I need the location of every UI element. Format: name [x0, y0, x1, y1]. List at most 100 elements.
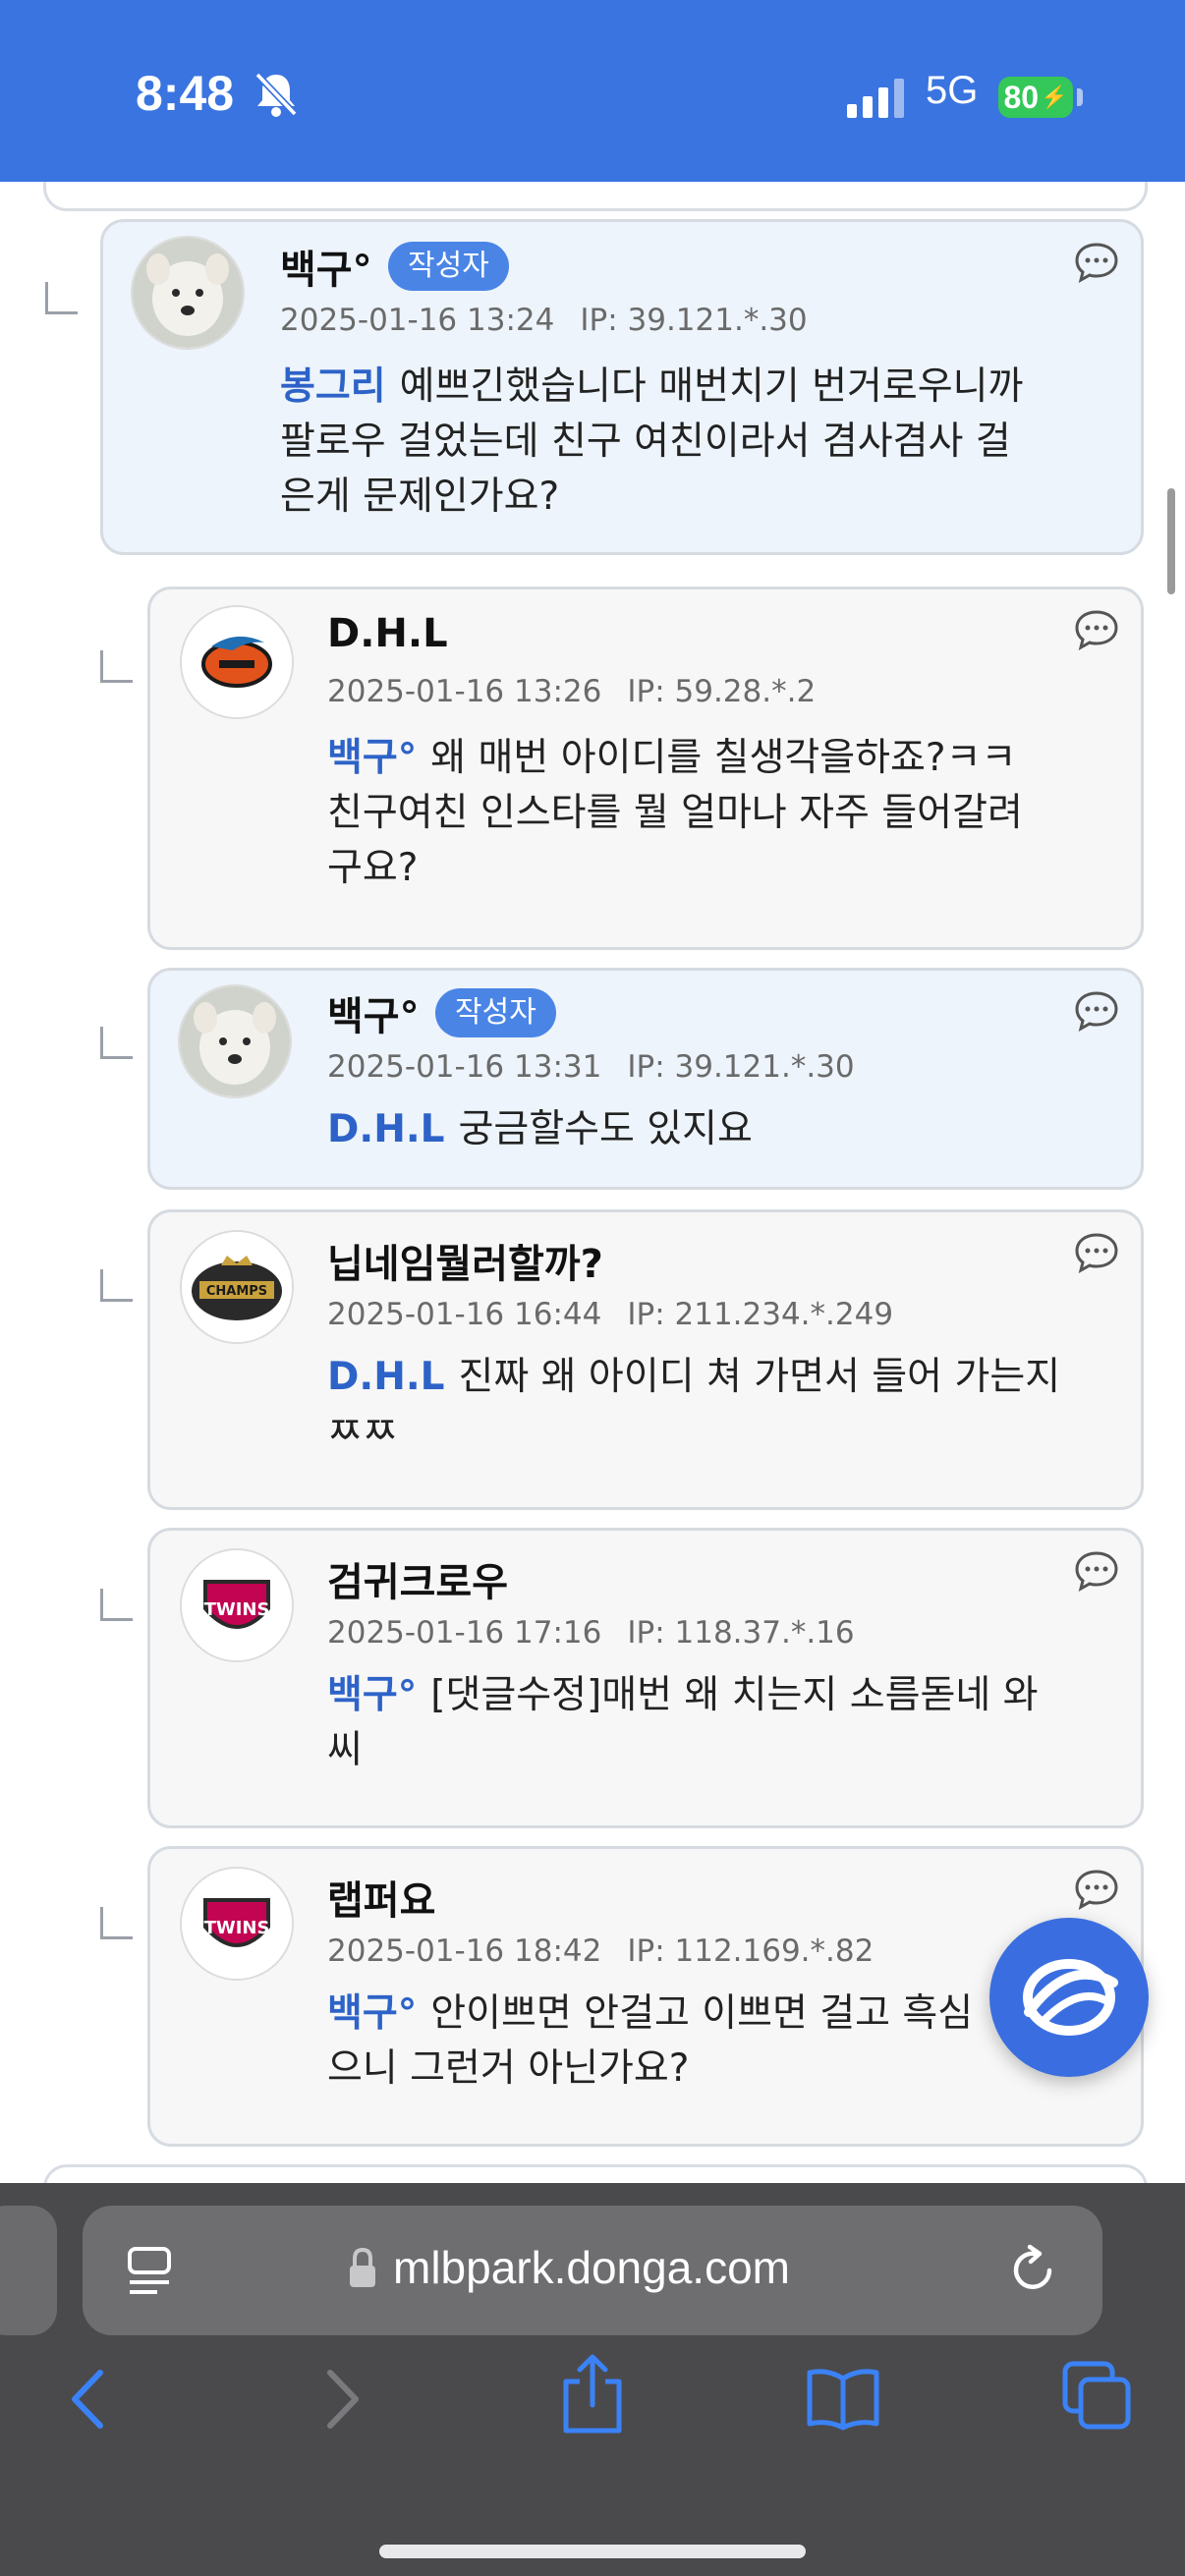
comment-ip: IP: 39.121.*.30: [627, 1049, 855, 1085]
dog-avatar-image: [133, 238, 243, 348]
status-time: 8:48: [136, 66, 235, 121]
comment-nickname[interactable]: 랩퍼요: [327, 1869, 435, 1926]
comment-nickname[interactable]: 검귀크로우: [327, 1550, 508, 1607]
comment-text-line: 친구여친 인스타를 뭘 얼마나 자주 들어갈려: [327, 791, 1023, 835]
comment-text-line: 궁금할수도 있지요: [458, 1107, 753, 1151]
reply-comment-icon[interactable]: [1074, 609, 1119, 650]
comment-card: TWINS 검귀크로우 2025-01-16 17:16 IP: 118.37.*…: [147, 1528, 1144, 1828]
share-icon[interactable]: [558, 2352, 627, 2435]
comment-text-line: 진짜 왜 아이디 쳐 가면서 들어 가는지: [458, 1355, 1061, 1399]
reply-comment-icon[interactable]: [1074, 1550, 1119, 1592]
comment-text-line: 씨: [327, 1728, 363, 1772]
comment-ip: IP: 39.121.*.30: [580, 303, 808, 338]
reply-comment-icon[interactable]: [1074, 990, 1119, 1032]
previous-tab-preview[interactable]: [0, 2206, 57, 2335]
mention-link[interactable]: D.H.L: [327, 1355, 445, 1399]
mention-link[interactable]: 봉그리: [280, 364, 386, 409]
comment-ip: IP: 59.28.*.2: [627, 674, 817, 709]
battery-level: 80 ⚡: [998, 77, 1073, 118]
avatar-eagles[interactable]: [180, 605, 294, 719]
author-badge: 작성자: [388, 242, 509, 291]
address-bar[interactable]: mlbpark.donga.com: [83, 2206, 1102, 2335]
mention-link[interactable]: 백구°: [327, 1991, 417, 2036]
comment-nickname[interactable]: 백구°: [327, 984, 420, 1041]
back-icon[interactable]: [63, 2365, 114, 2434]
lock-icon: [350, 2247, 375, 2287]
battery-percent: 80: [1003, 79, 1040, 115]
network-type: 5G: [926, 69, 979, 112]
reply-indicator: [100, 1027, 133, 1059]
comment-text-line: 안이쁘면 안걸고 이쁘면 걸고 흑심: [430, 1991, 974, 2036]
comment-card: D.H.L 2025-01-16 13:26 IP: 59.28.*.2 백구° 왜…: [147, 587, 1144, 950]
mention-link[interactable]: 백구°: [327, 1673, 417, 1717]
lg-twins-logo-avatar: TWINS: [182, 1550, 292, 1660]
comment-card: 백구° 작성자 2025-01-16 13:24 IP: 39.121.*.30 …: [100, 219, 1144, 555]
comment-text-line: ㅉㅉ: [327, 1410, 398, 1454]
comment-meta: 2025-01-16 18:42 IP: 112.169.*.82: [327, 1933, 874, 1969]
comment-meta: 2025-01-16 16:44 IP: 211.234.*.249: [327, 1297, 893, 1332]
comment-body: D.H.L 궁금할수도 있지요: [327, 1102, 1133, 1157]
browser-toolbar: mlbpark.donga.com: [0, 2183, 1185, 2576]
forward-icon[interactable]: [316, 2365, 367, 2434]
avatar-champions[interactable]: CHAMPS: [180, 1230, 294, 1344]
comment-text-line: 구요?: [327, 846, 419, 890]
url-text[interactable]: mlbpark.donga.com: [393, 2241, 790, 2294]
comment-meta: 2025-01-16 13:31 IP: 39.121.*.30: [327, 1049, 855, 1085]
comment-ip: IP: 118.37.*.16: [627, 1615, 855, 1651]
comment-date: 2025-01-16 13:31: [327, 1049, 602, 1085]
home-indicator[interactable]: [379, 2545, 806, 2558]
comment-ip: IP: 112.169.*.82: [627, 1933, 875, 1969]
mention-link[interactable]: 백구°: [327, 736, 417, 780]
comment-nickname[interactable]: D.H.L: [327, 611, 448, 656]
bell-muted-icon: [254, 72, 298, 117]
floating-menu-button[interactable]: [989, 1918, 1149, 2077]
comment-card: 백구° 작성자 2025-01-16 13:31 IP: 39.121.*.30 …: [147, 968, 1144, 1190]
reply-comment-icon[interactable]: [1074, 242, 1119, 283]
reply-comment-icon[interactable]: [1074, 1232, 1119, 1273]
champions-logo-avatar: CHAMPS: [182, 1232, 292, 1342]
svg-text:TWINS: TWINS: [204, 1599, 270, 1620]
reply-comment-icon[interactable]: [1074, 1869, 1119, 1910]
comment-nickname[interactable]: 닙네임뭘러할까?: [327, 1232, 603, 1289]
comment-text-line: 으니 그런거 아닌가요?: [327, 2046, 690, 2091]
reply-indicator: [100, 1589, 133, 1621]
reply-indicator: [100, 650, 133, 683]
charging-bolt-icon: ⚡: [1041, 84, 1068, 109]
scrollbar-thumb[interactable]: [1167, 488, 1175, 594]
bookmarks-icon[interactable]: [806, 2365, 880, 2432]
comment-nickname[interactable]: 백구°: [280, 238, 372, 295]
comment-date: 2025-01-16 16:44: [327, 1297, 602, 1332]
comment-text-line: 팔로우 걸었는데 친구 여친이라서 겸사겸사 걸: [280, 420, 1011, 464]
comment-card: CHAMPS 닙네임뭘러할까? 2025-01-16 16:44 IP: 211.…: [147, 1209, 1144, 1510]
comment-body: D.H.L 진짜 왜 아이디 쳐 가면서 들어 가는지 ㅉㅉ: [327, 1350, 1133, 1460]
tabs-icon[interactable]: [1061, 2360, 1132, 2431]
comment-list[interactable]: 백구° 작성자 2025-01-16 13:24 IP: 39.121.*.30 …: [0, 182, 1185, 2183]
avatar-dog[interactable]: [178, 984, 292, 1098]
avatar-lg-twins[interactable]: TWINS: [180, 1867, 294, 1981]
dog-avatar-image: [180, 986, 290, 1096]
comment-meta: 2025-01-16 17:16 IP: 118.37.*.16: [327, 1615, 855, 1651]
comment-body: 백구° [댓글수정]매번 왜 치는지 소름돋네 와 씨: [327, 1668, 1133, 1778]
mention-link[interactable]: D.H.L: [327, 1107, 445, 1151]
previous-comment-card: [43, 182, 1148, 211]
comment-text-line: 왜 매번 아이디를 칠생각을하죠?ㅋㅋ: [430, 736, 1017, 780]
comment-text-line: 예쁘긴했습니다 매번치기 번거로우니까: [399, 364, 1024, 409]
battery-tip: [1077, 88, 1083, 106]
reply-indicator: [45, 282, 78, 314]
reload-icon[interactable]: [1006, 2243, 1059, 2298]
comment-date: 2025-01-16 17:16: [327, 1615, 602, 1651]
reader-mode-icon[interactable]: [126, 2245, 175, 2298]
avatar-lg-twins[interactable]: TWINS: [180, 1548, 294, 1662]
comment-body: 백구° 왜 매번 아이디를 칠생각을하죠?ㅋㅋ 친구여친 인스타를 뭘 얼마나 자…: [327, 731, 1133, 896]
comment-date: 2025-01-16 18:42: [327, 1933, 602, 1969]
lg-twins-logo-avatar: TWINS: [182, 1869, 292, 1979]
comment-text-line: 은게 문제인가요?: [280, 475, 560, 519]
comment-ip: IP: 211.234.*.249: [627, 1297, 894, 1332]
author-badge: 작성자: [435, 988, 556, 1037]
comment-date: 2025-01-16 13:26: [327, 674, 602, 709]
comment-meta: 2025-01-16 13:24 IP: 39.121.*.30: [280, 303, 808, 338]
avatar-dog[interactable]: [131, 236, 245, 350]
cellular-signal-icon: [847, 79, 904, 118]
status-bar: 8:48 5G 80 ⚡: [0, 0, 1185, 182]
comment-body: 봉그리 예쁘긴했습니다 매번치기 번거로우니까 팔로우 걸었는데 친구 여친이라서…: [280, 360, 1125, 525]
